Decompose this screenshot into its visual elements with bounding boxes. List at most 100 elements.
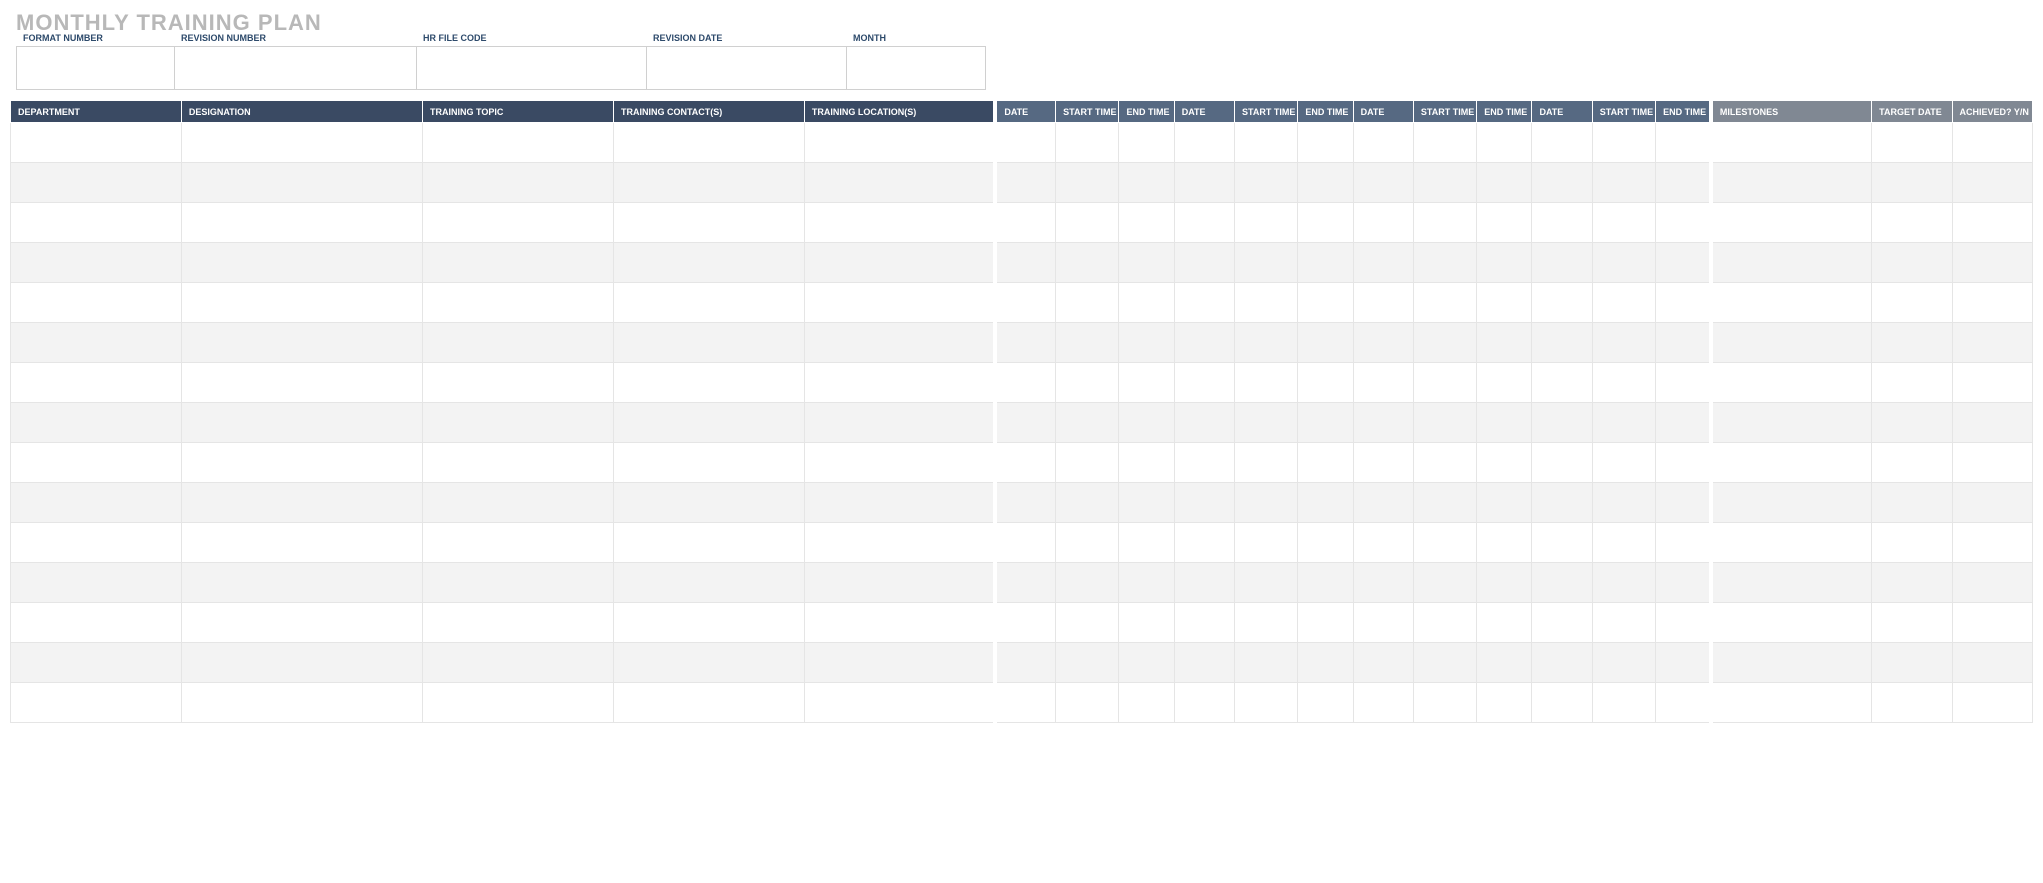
table-cell[interactable]	[613, 443, 804, 483]
table-cell[interactable]	[995, 443, 1055, 483]
table-cell[interactable]	[423, 243, 614, 283]
table-cell[interactable]	[1413, 163, 1476, 203]
table-cell[interactable]	[804, 243, 995, 283]
table-cell[interactable]	[11, 683, 182, 723]
table-cell[interactable]	[1235, 283, 1298, 323]
table-cell[interactable]	[613, 203, 804, 243]
table-cell[interactable]	[613, 563, 804, 603]
table-cell[interactable]	[1532, 243, 1592, 283]
table-cell[interactable]	[804, 563, 995, 603]
table-cell[interactable]	[1477, 163, 1532, 203]
table-cell[interactable]	[1119, 203, 1174, 243]
table-cell[interactable]	[1656, 643, 1711, 683]
table-cell[interactable]	[1711, 643, 1872, 683]
table-cell[interactable]	[423, 643, 614, 683]
table-cell[interactable]	[1872, 283, 1952, 323]
table-cell[interactable]	[1656, 563, 1711, 603]
table-cell[interactable]	[1056, 283, 1119, 323]
table-cell[interactable]	[1353, 323, 1413, 363]
table-cell[interactable]	[1952, 243, 2032, 283]
table-cell[interactable]	[1353, 563, 1413, 603]
table-cell[interactable]	[11, 443, 182, 483]
table-cell[interactable]	[181, 403, 422, 443]
table-cell[interactable]	[1056, 603, 1119, 643]
table-cell[interactable]	[1413, 403, 1476, 443]
table-cell[interactable]	[1353, 443, 1413, 483]
table-cell[interactable]	[1656, 443, 1711, 483]
meta-revision-date[interactable]: REVISION DATE	[646, 46, 846, 90]
table-cell[interactable]	[1477, 243, 1532, 283]
table-cell[interactable]	[1119, 683, 1174, 723]
table-cell[interactable]	[423, 323, 614, 363]
table-cell[interactable]	[1592, 123, 1655, 163]
table-cell[interactable]	[1477, 203, 1532, 243]
table-cell[interactable]	[1298, 283, 1353, 323]
table-cell[interactable]	[1477, 443, 1532, 483]
table-cell[interactable]	[181, 163, 422, 203]
table-cell[interactable]	[1872, 643, 1952, 683]
table-cell[interactable]	[804, 203, 995, 243]
table-cell[interactable]	[423, 443, 614, 483]
table-cell[interactable]	[1298, 603, 1353, 643]
table-cell[interactable]	[1298, 563, 1353, 603]
table-cell[interactable]	[1298, 523, 1353, 563]
table-cell[interactable]	[423, 163, 614, 203]
table-cell[interactable]	[423, 123, 614, 163]
table-cell[interactable]	[1477, 683, 1532, 723]
table-cell[interactable]	[1477, 523, 1532, 563]
table-cell[interactable]	[995, 563, 1055, 603]
table-cell[interactable]	[1353, 523, 1413, 563]
table-cell[interactable]	[1119, 603, 1174, 643]
table-cell[interactable]	[1656, 163, 1711, 203]
meta-hr-file-code[interactable]: HR FILE CODE	[416, 46, 646, 90]
table-cell[interactable]	[181, 243, 422, 283]
table-cell[interactable]	[1174, 243, 1234, 283]
table-cell[interactable]	[1592, 603, 1655, 643]
table-cell[interactable]	[1952, 163, 2032, 203]
table-cell[interactable]	[1952, 483, 2032, 523]
table-cell[interactable]	[1952, 323, 2032, 363]
table-cell[interactable]	[995, 203, 1055, 243]
table-cell[interactable]	[1353, 403, 1413, 443]
table-cell[interactable]	[1477, 123, 1532, 163]
table-cell[interactable]	[1413, 683, 1476, 723]
table-cell[interactable]	[1174, 403, 1234, 443]
table-cell[interactable]	[1056, 243, 1119, 283]
table-cell[interactable]	[1298, 203, 1353, 243]
table-cell[interactable]	[423, 603, 614, 643]
table-cell[interactable]	[423, 483, 614, 523]
table-cell[interactable]	[1119, 363, 1174, 403]
table-cell[interactable]	[1532, 683, 1592, 723]
table-cell[interactable]	[613, 363, 804, 403]
table-cell[interactable]	[1952, 603, 2032, 643]
table-cell[interactable]	[1413, 123, 1476, 163]
table-cell[interactable]	[1872, 323, 1952, 363]
table-cell[interactable]	[1532, 283, 1592, 323]
table-cell[interactable]	[804, 163, 995, 203]
table-cell[interactable]	[1952, 363, 2032, 403]
table-cell[interactable]	[423, 283, 614, 323]
table-cell[interactable]	[1532, 523, 1592, 563]
table-cell[interactable]	[181, 443, 422, 483]
table-cell[interactable]	[181, 523, 422, 563]
table-cell[interactable]	[11, 363, 182, 403]
table-cell[interactable]	[1952, 283, 2032, 323]
table-cell[interactable]	[995, 243, 1055, 283]
table-cell[interactable]	[1056, 563, 1119, 603]
table-cell[interactable]	[1656, 523, 1711, 563]
table-cell[interactable]	[1235, 203, 1298, 243]
table-cell[interactable]	[804, 523, 995, 563]
table-cell[interactable]	[1872, 443, 1952, 483]
table-cell[interactable]	[1711, 443, 1872, 483]
table-cell[interactable]	[1119, 403, 1174, 443]
table-cell[interactable]	[1413, 283, 1476, 323]
table-cell[interactable]	[1056, 363, 1119, 403]
table-cell[interactable]	[1235, 323, 1298, 363]
table-cell[interactable]	[1056, 323, 1119, 363]
table-cell[interactable]	[1711, 603, 1872, 643]
table-cell[interactable]	[1711, 483, 1872, 523]
table-cell[interactable]	[1532, 443, 1592, 483]
table-cell[interactable]	[1235, 123, 1298, 163]
table-cell[interactable]	[423, 523, 614, 563]
table-cell[interactable]	[613, 523, 804, 563]
